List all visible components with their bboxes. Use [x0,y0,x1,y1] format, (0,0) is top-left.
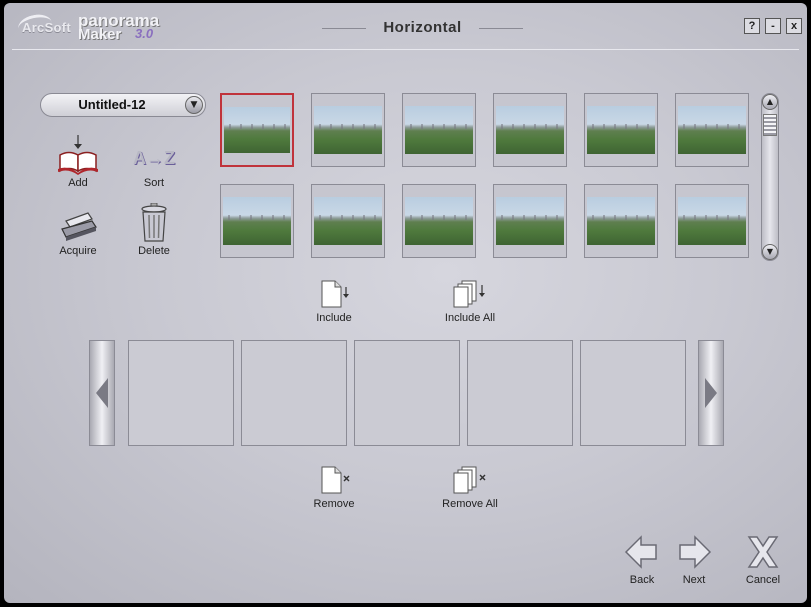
project-name: Untitled-12 [78,97,146,112]
chevron-right-icon [705,378,717,408]
product-version: 3.0 [135,26,154,41]
thumbnail-scrollbar[interactable]: ▲ ▼ [761,93,779,261]
panorama-maker-window: ArcSoft panorama Maker 3.0 Horizontal ? … [4,3,807,603]
chevron-left-icon [96,378,108,408]
brand-logo: ArcSoft [22,20,72,35]
sort-button[interactable]: A→Z Sort [126,131,182,189]
photo-thumbnail[interactable] [675,184,749,258]
help-button[interactable]: ? [744,18,760,34]
photo-thumbnail[interactable] [493,184,567,258]
photo-image [678,106,746,154]
next-label: Next [682,574,706,586]
photo-thumbnail[interactable] [220,184,294,258]
photo-thumbnail[interactable] [402,184,476,258]
photo-thumbnail[interactable] [675,93,749,167]
photo-thumbnail[interactable] [402,93,476,167]
sort-az-icon: A→Z [126,131,182,175]
panorama-slot[interactable] [128,340,234,446]
chevron-down-icon[interactable]: ▼ [185,96,203,114]
remove-all-button[interactable]: Remove All [430,465,510,510]
photo-image [223,197,291,245]
scroll-up-icon[interactable]: ▲ [762,94,778,110]
next-button[interactable]: Next [669,535,719,586]
photo-image [496,197,564,245]
photo-thumbnail[interactable] [311,93,385,167]
remove-button[interactable]: Remove [294,465,374,510]
close-button[interactable]: x [786,18,802,34]
panorama-slot[interactable] [580,340,686,446]
cancel-button[interactable]: Cancel [738,535,788,586]
photo-image [587,197,655,245]
photo-image [678,197,746,245]
project-dropdown[interactable]: Untitled-12 ▼ [40,93,206,117]
title-divider-right [479,28,523,29]
include-all-documents-icon [430,279,510,309]
add-label: Add [68,177,88,189]
photo-image [405,106,473,154]
book-add-icon [50,131,106,175]
acquire-label: Acquire [59,245,97,257]
strip-next-button[interactable] [698,340,724,446]
photo-image [224,107,290,153]
remove-all-label: Remove All [442,498,498,510]
panorama-slot[interactable] [241,340,347,446]
scroll-down-icon[interactable]: ▼ [762,244,778,260]
scanner-icon [50,199,106,243]
photo-thumbnail[interactable] [584,93,658,167]
back-label: Back [629,574,655,586]
trash-can-icon [126,199,182,243]
sort-label: Sort [143,177,165,189]
include-document-icon [294,279,374,309]
delete-button[interactable]: Delete [126,199,182,257]
include-all-label: Include All [444,312,496,324]
photo-image [496,106,564,154]
cancel-x-icon [747,536,779,568]
back-button[interactable]: Back [617,535,667,586]
remove-document-icon [294,465,374,495]
include-label: Include [316,312,352,324]
back-arrow-icon [624,535,657,569]
sort-glyph: A→Z [133,148,175,168]
cancel-label: Cancel [745,574,781,586]
strip-previous-button[interactable] [89,340,115,446]
include-button[interactable]: Include [294,279,374,324]
include-all-button[interactable]: Include All [430,279,510,324]
page-title: Horizontal [383,19,462,36]
acquire-button[interactable]: Acquire [50,199,106,257]
photo-thumbnail[interactable] [493,93,567,167]
header-divider [12,49,799,50]
remove-all-documents-icon [430,465,510,495]
title-divider-left [322,28,366,29]
delete-label: Delete [138,245,170,257]
photo-thumbnail[interactable] [311,184,385,258]
scroll-thumb[interactable] [763,114,777,136]
photo-thumbnail[interactable] [220,93,294,167]
photo-thumbnail[interactable] [584,184,658,258]
panorama-slot[interactable] [467,340,573,446]
photo-image [587,106,655,154]
next-arrow-icon [679,535,712,569]
photo-image [405,197,473,245]
panorama-slot[interactable] [354,340,460,446]
remove-label: Remove [313,498,355,510]
minimize-button[interactable]: - [765,18,781,34]
photo-image [314,197,382,245]
product-name-line2: Maker [78,26,122,43]
photo-image [314,106,382,154]
add-button[interactable]: Add [50,131,106,189]
